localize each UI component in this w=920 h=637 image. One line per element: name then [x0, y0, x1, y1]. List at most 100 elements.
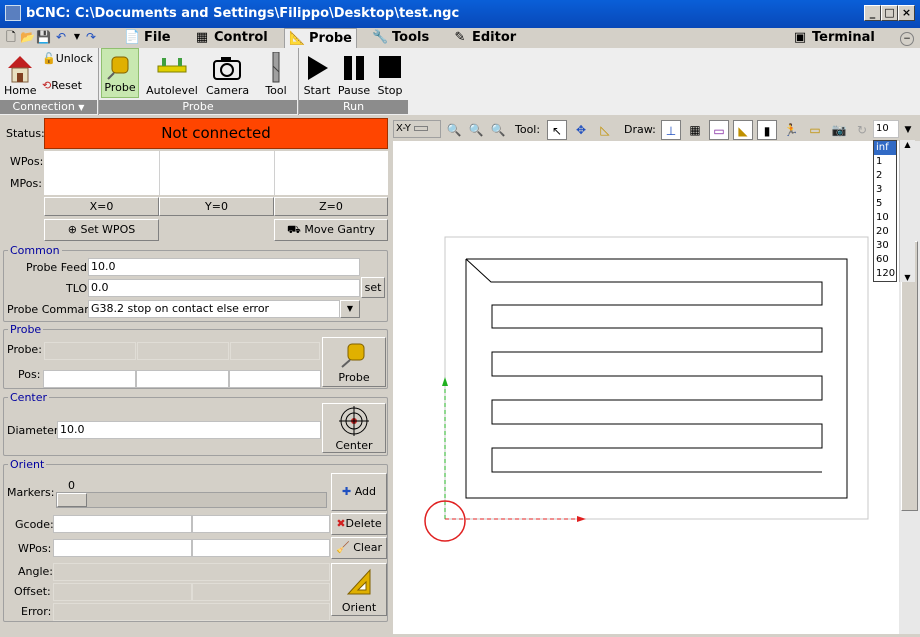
undo-icon[interactable]: ↶ [54, 30, 68, 44]
unlock-button[interactable]: 🔓Unlock [42, 52, 96, 65]
probe-label: Probe: [7, 343, 42, 356]
zoom-option[interactable]: 1 [874, 155, 896, 169]
draw-camera-toggle[interactable]: 📷 [829, 120, 849, 140]
diameter-input[interactable]: 10.0 [57, 421, 321, 439]
group-connection-label[interactable]: Connection ▼ [0, 100, 97, 114]
tab-control[interactable]: ▦ Control [194, 28, 268, 48]
close-button[interactable]: × [898, 5, 915, 21]
ruler-tool-button[interactable]: ◺ [595, 120, 615, 140]
select-tool-button[interactable]: ↖ [547, 120, 567, 140]
chevron-down-icon[interactable]: ▼ [70, 30, 84, 44]
zoom-option[interactable]: 30 [874, 239, 896, 253]
orient-clear-button[interactable]: 🧹 Clear [331, 537, 387, 559]
gcode-canvas[interactable] [393, 141, 899, 634]
gcode-label: Gcode: [15, 518, 54, 531]
center-button[interactable]: Center [322, 403, 386, 453]
draw-margins-toggle[interactable]: ▭ [709, 120, 729, 140]
probe-command-select[interactable]: G38.2 stop on contact else error [88, 300, 340, 318]
markers-slider[interactable] [56, 492, 327, 508]
draw-tool-toggle[interactable]: ▮ [757, 120, 777, 140]
app-icon [5, 5, 21, 21]
wpos-y-input[interactable] [192, 539, 330, 557]
orient-wpos-label: WPos: [18, 542, 52, 555]
zero-y-button[interactable]: Y=0 [159, 197, 274, 216]
markers-slider-handle[interactable] [57, 493, 87, 507]
offset-label: Offset: [14, 585, 51, 598]
zoom-option[interactable]: 3 [874, 183, 896, 197]
tab-editor[interactable]: ✎ Editor [452, 28, 517, 48]
autolevel-button[interactable]: Autolevel [146, 52, 198, 97]
tab-probe[interactable]: 📐 Probe [284, 28, 357, 48]
gcode-x-input[interactable] [53, 515, 192, 533]
start-button[interactable]: Start [303, 52, 331, 97]
terminal-icon: ▣ [793, 30, 807, 45]
probe-pos-x[interactable] [43, 370, 136, 388]
zoom-level-input[interactable]: 10 [873, 120, 899, 138]
reset-button[interactable]: ⟲Reset [42, 79, 96, 92]
zero-z-button[interactable]: Z=0 [274, 197, 388, 216]
zoom-option[interactable]: 2 [874, 169, 896, 183]
cursor-icon: ↖ [551, 124, 563, 138]
view-select[interactable]: X-Y [393, 120, 441, 138]
probe-button[interactable]: Probe [101, 48, 139, 98]
zoom-dropdown-list[interactable]: inf 1 2 3 5 10 20 30 60 120 [873, 140, 897, 282]
new-file-icon[interactable]: 🗋 [4, 30, 18, 44]
zoom-option[interactable]: 120 [874, 267, 896, 281]
wpos-x-input[interactable] [53, 539, 192, 557]
probe-pos-z[interactable] [229, 370, 321, 388]
probe-run-button[interactable]: Probe [322, 337, 386, 387]
zoom-in-button[interactable]: 🔍 [444, 120, 464, 140]
tab-tools[interactable]: 🔧 Tools [372, 28, 429, 48]
maximize-button[interactable]: □ [881, 5, 898, 21]
zoom-option[interactable]: 10 [874, 211, 896, 225]
zoom-option[interactable]: 5 [874, 197, 896, 211]
move-gantry-button[interactable]: ⛟ Move Gantry [274, 219, 388, 241]
work-margin [444, 236, 869, 520]
save-icon[interactable]: 💾 [36, 30, 51, 44]
set-wpos-button[interactable]: ⊕ Set WPOS [44, 219, 159, 241]
zoom-out-button[interactable]: 🔍 [466, 120, 486, 140]
redo-icon[interactable]: ↷ [84, 30, 98, 44]
tab-terminal[interactable]: ▣ Terminal [792, 28, 875, 48]
redraw-button[interactable]: ↻ [852, 120, 872, 140]
zoom-option[interactable]: 60 [874, 253, 896, 267]
pan-tool-button[interactable]: ✥ [571, 120, 591, 140]
diameter-label: Diameter: [7, 424, 62, 437]
home-button[interactable]: Home [4, 52, 36, 97]
tool-button[interactable]: Tool [262, 52, 290, 97]
help-icon[interactable]: − [900, 32, 914, 46]
position-display [44, 151, 388, 195]
markers-value: 0 [68, 479, 75, 492]
tlo-set-button[interactable]: set [361, 277, 385, 298]
window-title: bCNC: C:\Documents and Settings\Filippo\… [26, 6, 460, 21]
tlo-input[interactable]: 0.0 [88, 279, 360, 297]
orient-button[interactable]: Orient [331, 563, 387, 616]
tab-bar: 🗋 📂 💾 ↶ ▼ ↷ 📄 File ▦ Control 📐 Probe 🔧 Tools… [0, 28, 920, 48]
zoom-fit-button[interactable]: 🔍 [488, 120, 508, 140]
draw-grid-toggle[interactable]: ▦ [685, 120, 705, 140]
open-folder-icon[interactable]: 📂 [20, 30, 35, 44]
probe-feed-input[interactable]: 10.0 [88, 258, 360, 276]
dropdown-scrollbar[interactable]: ▲ ▼ [899, 140, 915, 282]
camera-button[interactable]: Camera [206, 52, 249, 97]
draw-axes-toggle[interactable]: ⊥ [661, 120, 681, 140]
zoom-level-dropdown[interactable]: ▼ [900, 122, 916, 138]
draw-workarea-toggle[interactable]: ▭ [805, 120, 825, 140]
gcode-y-input[interactable] [192, 515, 330, 533]
error-label: Error: [21, 605, 52, 618]
probe-title: Probe [8, 323, 44, 336]
zoom-option[interactable]: inf [874, 141, 896, 155]
probe-pos-y[interactable] [136, 370, 229, 388]
minimize-button[interactable]: _ [864, 5, 881, 21]
probe-command-dropdown[interactable]: ▼ [340, 300, 360, 318]
draw-rapid-toggle[interactable]: 🏃 [781, 120, 801, 140]
tab-file[interactable]: 📄 File [124, 28, 171, 48]
orient-add-button[interactable]: ✚ Add [331, 473, 387, 511]
orient-delete-button[interactable]: ✖Delete [331, 513, 387, 535]
draw-probe-toggle[interactable]: ◣ [733, 120, 753, 140]
zoom-option[interactable]: 20 [874, 225, 896, 239]
zero-x-button[interactable]: X=0 [44, 197, 159, 216]
stop-button[interactable]: Stop [375, 52, 405, 97]
tool-label: Tool: [515, 123, 541, 136]
pause-button[interactable]: Pause [337, 52, 371, 97]
